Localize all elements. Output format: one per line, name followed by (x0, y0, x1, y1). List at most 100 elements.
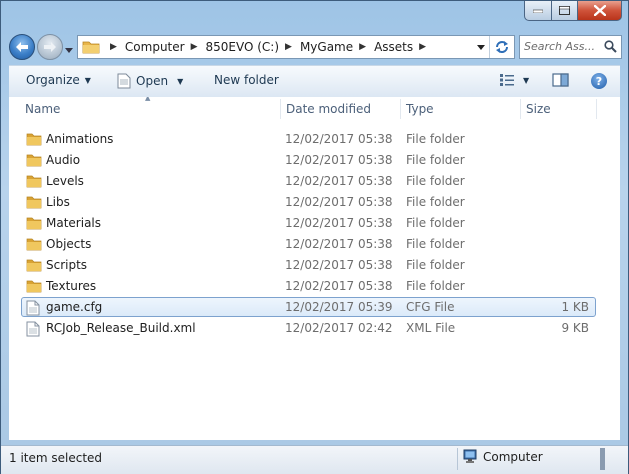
column-divider[interactable] (400, 99, 401, 119)
new-folder-button[interactable]: New folder (214, 73, 279, 87)
file-row[interactable]: Materials 12/02/2017 05:38 File folder (21, 213, 596, 233)
refresh-icon (496, 41, 508, 53)
file-row[interactable]: Animations 12/02/2017 05:38 File folder (21, 129, 596, 149)
search-icon[interactable] (604, 40, 617, 53)
breadcrumb-separator[interactable]: ▶ (359, 42, 366, 52)
status-bar: 1 item selected Computer (1, 445, 628, 474)
caption-buttons (524, 1, 622, 21)
help-icon: ? (591, 73, 607, 89)
breadcrumb-separator[interactable]: ▶ (110, 42, 117, 52)
close-button[interactable] (578, 1, 622, 21)
column-header-date-modified[interactable]: Date modified (286, 97, 371, 121)
file-size: 9 KB (561, 321, 589, 335)
open-label: Open (136, 74, 169, 88)
open-button[interactable]: Open ▼ (117, 73, 183, 89)
file-date-modified: 12/02/2017 05:38 (285, 153, 393, 167)
breadcrumb-mygame[interactable]: MyGame (300, 40, 353, 54)
folder-icon (82, 41, 100, 54)
forward-button[interactable] (37, 34, 63, 60)
file-type: File folder (406, 279, 465, 293)
search-box[interactable] (519, 35, 622, 59)
column-header-size[interactable]: Size (526, 97, 551, 121)
file-type: File folder (406, 237, 465, 251)
chevron-down-icon: ▼ (177, 76, 184, 86)
maximize-icon (559, 6, 570, 15)
file-type: File folder (406, 195, 465, 209)
file-row[interactable]: Textures 12/02/2017 05:38 File folder (21, 276, 596, 296)
minimize-icon (533, 9, 543, 13)
file-name: Textures (46, 279, 97, 293)
file-type: CFG File (406, 300, 455, 314)
resize-grip[interactable] (600, 448, 605, 470)
new-folder-label: New folder (214, 73, 279, 87)
folder-icon (26, 153, 42, 170)
file-date-modified: 12/02/2017 05:38 (285, 195, 393, 209)
column-header-type[interactable]: Type (406, 97, 434, 121)
address-bar[interactable]: ▶ Computer ▶ 850EVO (C:) ▶ MyGame ▶ Asse… (77, 35, 515, 59)
explorer-window: ▶ Computer ▶ 850EVO (C:) ▶ MyGame ▶ Asse… (0, 0, 629, 474)
status-location: Computer (463, 449, 543, 464)
file-size: 1 KB (561, 300, 589, 314)
minimize-button[interactable] (524, 1, 552, 21)
file-row[interactable]: Libs 12/02/2017 05:38 File folder (21, 192, 596, 212)
breadcrumb-separator[interactable]: ▶ (285, 42, 292, 52)
recent-pages-dropdown[interactable] (65, 42, 73, 56)
file-name: Objects (46, 237, 92, 251)
file-name: game.cfg (46, 300, 103, 314)
sort-indicator-icon: ▲ (145, 97, 151, 102)
file-row[interactable]: Scripts 12/02/2017 05:38 File folder (21, 255, 596, 275)
file-name: Audio (46, 153, 81, 167)
organize-label: Organize (26, 73, 80, 87)
chevron-down-icon: ▼ (523, 75, 530, 85)
file-date-modified: 12/02/2017 05:38 (285, 279, 393, 293)
file-name: Materials (46, 216, 102, 230)
column-divider[interactable] (280, 99, 281, 119)
file-date-modified: 12/02/2017 02:42 (285, 321, 393, 335)
search-input[interactable] (524, 37, 598, 55)
change-view-button[interactable]: ▼ (499, 73, 529, 87)
address-history-dropdown[interactable] (473, 36, 489, 58)
preview-pane-icon (552, 73, 569, 87)
chevron-down-icon (65, 48, 73, 53)
back-arrow-icon (16, 42, 28, 52)
file-type: XML File (406, 321, 456, 335)
computer-icon (463, 449, 477, 463)
breadcrumb-assets[interactable]: Assets (374, 40, 413, 54)
chevron-down-icon: ▼ (84, 75, 91, 85)
column-divider[interactable] (596, 99, 597, 119)
refresh-button[interactable] (489, 36, 514, 58)
command-bar: Organize ▼ Open ▼ New folder ▼ ? (9, 65, 620, 98)
file-list-view[interactable]: ▲ Name Date modified Type Size Animation… (9, 97, 620, 440)
file-type: File folder (406, 153, 465, 167)
file-row[interactable]: Levels 12/02/2017 05:38 File folder (21, 171, 596, 191)
folder-icon (26, 279, 42, 296)
file-type: File folder (406, 174, 465, 188)
breadcrumb-separator[interactable]: ▶ (419, 42, 426, 52)
breadcrumb-computer[interactable]: Computer (125, 40, 185, 54)
file-type: File folder (406, 216, 465, 230)
column-header-name[interactable]: Name (25, 97, 60, 121)
file-name: Levels (46, 174, 84, 188)
organize-menu[interactable]: Organize ▼ (26, 73, 91, 87)
close-icon (593, 5, 606, 16)
file-row[interactable]: game.cfg 12/02/2017 05:39 CFG File 1 KB (21, 297, 596, 317)
column-divider[interactable] (520, 99, 521, 119)
preview-pane-button[interactable] (552, 73, 570, 91)
breadcrumb-drive[interactable]: 850EVO (C:) (206, 40, 280, 54)
status-divider (457, 448, 458, 470)
breadcrumb: ▶ Computer ▶ 850EVO (C:) ▶ MyGame ▶ Asse… (104, 40, 434, 54)
maximize-button[interactable] (552, 1, 578, 21)
file-row[interactable]: Audio 12/02/2017 05:38 File folder (21, 150, 596, 170)
folder-icon (26, 258, 42, 275)
back-button[interactable] (9, 34, 35, 60)
chevron-down-icon (477, 44, 485, 50)
help-button[interactable]: ? (591, 73, 607, 89)
breadcrumb-separator[interactable]: ▶ (191, 42, 198, 52)
file-date-modified: 12/02/2017 05:39 (285, 300, 393, 314)
file-date-modified: 12/02/2017 05:38 (285, 258, 393, 272)
title-bar (1, 1, 628, 27)
file-type: File folder (406, 258, 465, 272)
file-name: Animations (46, 132, 114, 146)
file-row[interactable]: RCJob_Release_Build.xml 12/02/2017 02:42 X… (21, 318, 596, 338)
file-row[interactable]: Objects 12/02/2017 05:38 File folder (21, 234, 596, 254)
